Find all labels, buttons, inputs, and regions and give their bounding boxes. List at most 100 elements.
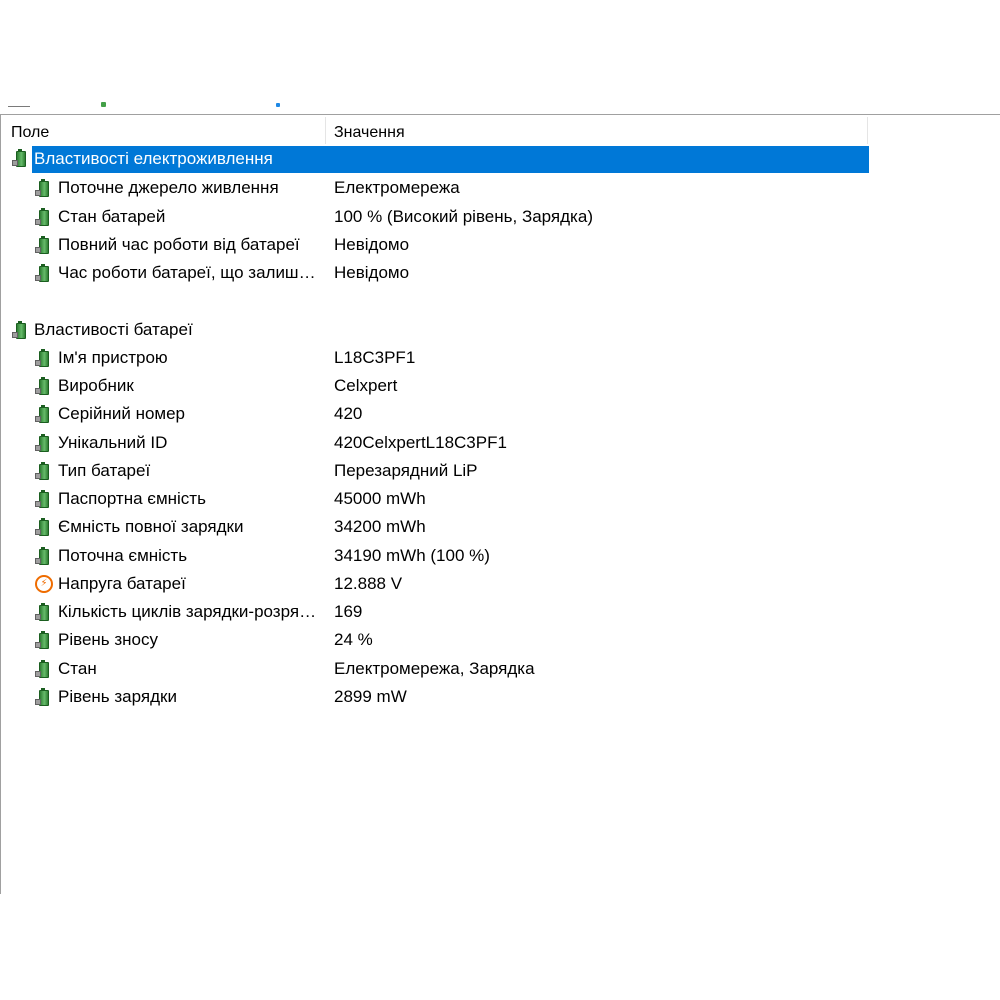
property-icon [35, 207, 53, 226]
property-icon [35, 603, 53, 621]
group-icon [12, 320, 30, 339]
property-name: Стан батарей [58, 206, 166, 226]
property-name: Стан [58, 658, 97, 678]
property-row[interactable]: ⚡ Напруга батареї 12.888 V [1, 572, 869, 596]
property-row[interactable]: Кількість циклів зарядки-розря… 169 [1, 600, 869, 624]
property-row[interactable]: Стан батарей 100 % (Високий рівень, Заряд… [1, 205, 869, 229]
property-name: Рівень зарядки [58, 686, 177, 706]
property-value: 24 % [334, 630, 373, 650]
property-row[interactable]: Поточне джерело живлення Електромережа [1, 176, 869, 200]
property-icon [35, 687, 53, 706]
battery-icon [35, 518, 53, 537]
property-row[interactable]: Тип батареї Перезарядний LiP [1, 459, 869, 483]
property-name: Ім'я пристрою [58, 347, 168, 367]
battery-icon [35, 631, 53, 650]
property-icon [35, 631, 53, 650]
property-name: Рівень зносу [58, 630, 159, 650]
battery-icon [35, 687, 53, 706]
battery-icon [35, 433, 53, 452]
property-icon [35, 179, 53, 198]
battery-icon [35, 659, 53, 678]
property-name: Повний час роботи від батареї [58, 234, 300, 254]
property-value: Celxpert [334, 376, 398, 395]
property-row[interactable]: Рівень зарядки 2899 mW [1, 685, 869, 709]
property-row[interactable]: Ім'я пристрою L18C3PF1 [1, 346, 869, 370]
group-row[interactable]: Властивості батареї [1, 318, 869, 342]
property-row[interactable]: Паспортна ємність 45000 mWh [1, 487, 869, 511]
property-row[interactable]: Стан Електромережа, Зарядка [1, 657, 869, 681]
column-separator[interactable] [325, 117, 326, 144]
toolbar-green-icon[interactable] [101, 102, 106, 107]
column-header-value[interactable]: Значення [334, 117, 864, 144]
voltage-icon: ⚡ [35, 574, 53, 593]
property-row[interactable]: Час роботи батареї, що залиш… Невідомо [1, 261, 869, 285]
battery-icon [35, 490, 53, 508]
group-icon [12, 149, 30, 167]
column-separator[interactable] [867, 117, 868, 144]
property-row[interactable]: Виробник Celxpert [1, 374, 869, 398]
column-header-field[interactable]: Поле [11, 117, 325, 144]
property-name: Серійний номер [58, 404, 186, 424]
property-row[interactable]: Поточна ємність 34190 mWh (100 %) [1, 544, 869, 568]
list-header: Поле Значення [1, 117, 869, 144]
property-value: 169 [334, 602, 363, 621]
toolbar-button-edge[interactable] [8, 106, 30, 107]
toolbar-blue-icon[interactable] [276, 103, 280, 107]
property-name: Тип батареї [58, 460, 151, 480]
property-value: 420 [334, 404, 363, 424]
property-icon [35, 546, 53, 565]
group-row[interactable]: Властивості електроживлення [1, 146, 869, 173]
property-value: Невідомо [334, 234, 410, 254]
property-value: Електромережа, Зарядка [334, 658, 535, 678]
battery-icon [35, 348, 53, 367]
property-icon [35, 348, 53, 367]
property-value: 420CelxpertL18C3PF1 [334, 432, 507, 452]
battery-icon [35, 377, 53, 395]
property-row[interactable]: Повний час роботи від батареї Невідомо [1, 233, 869, 257]
property-name: Унікальний ID [58, 432, 168, 452]
property-icon [35, 264, 53, 282]
property-value: 100 % (Високий рівень, Зарядка) [334, 206, 593, 226]
property-icon [35, 461, 53, 480]
battery-icon [35, 264, 53, 282]
battery-icon [35, 207, 53, 226]
property-name: Ємність повної зарядки [58, 517, 244, 537]
property-value: Невідомо [334, 263, 410, 282]
battery-icon [12, 149, 30, 167]
property-value: 34200 mWh [334, 517, 426, 537]
property-value: 34190 mWh (100 %) [334, 545, 490, 565]
property-row[interactable]: Серійний номер 420 [1, 402, 869, 426]
property-name: Поточне джерело живлення [58, 178, 279, 198]
group-title: Властивості електроживлення [34, 149, 273, 168]
property-icon [35, 405, 53, 424]
property-name: Напруга батареї [58, 573, 186, 593]
property-icon: ⚡ [35, 574, 53, 593]
battery-icon [35, 179, 53, 198]
battery-icon [35, 546, 53, 565]
property-icon [35, 433, 53, 452]
property-name: Виробник [58, 376, 134, 395]
property-row[interactable]: Рівень зносу 24 % [1, 628, 869, 652]
property-icon [35, 659, 53, 678]
group-title: Властивості батареї [34, 319, 193, 339]
property-value: 12.888 V [334, 573, 403, 593]
property-icon [35, 235, 53, 254]
property-icon [35, 377, 53, 395]
toolbar-strip [0, 90, 1000, 114]
property-name: Паспортна ємність [58, 489, 206, 508]
properties-list-view[interactable]: Поле Значення Властивості електроживленн… [0, 114, 1000, 894]
property-value: Перезарядний LiP [334, 460, 478, 480]
property-value: 45000 mWh [334, 489, 426, 508]
property-value: Електромережа [334, 178, 460, 198]
property-name: Час роботи батареї, що залиш… [58, 263, 316, 282]
property-name: Кількість циклів зарядки-розря… [58, 602, 317, 621]
battery-icon [35, 461, 53, 480]
property-row[interactable]: Ємність повної зарядки 34200 mWh [1, 515, 869, 539]
property-row[interactable]: Унікальний ID 420CelxpertL18C3PF1 [1, 431, 869, 455]
battery-icon [35, 235, 53, 254]
property-icon [35, 518, 53, 537]
property-name: Поточна ємність [58, 545, 188, 565]
battery-icon [12, 320, 30, 339]
property-icon [35, 490, 53, 508]
property-value: L18C3PF1 [334, 347, 416, 367]
